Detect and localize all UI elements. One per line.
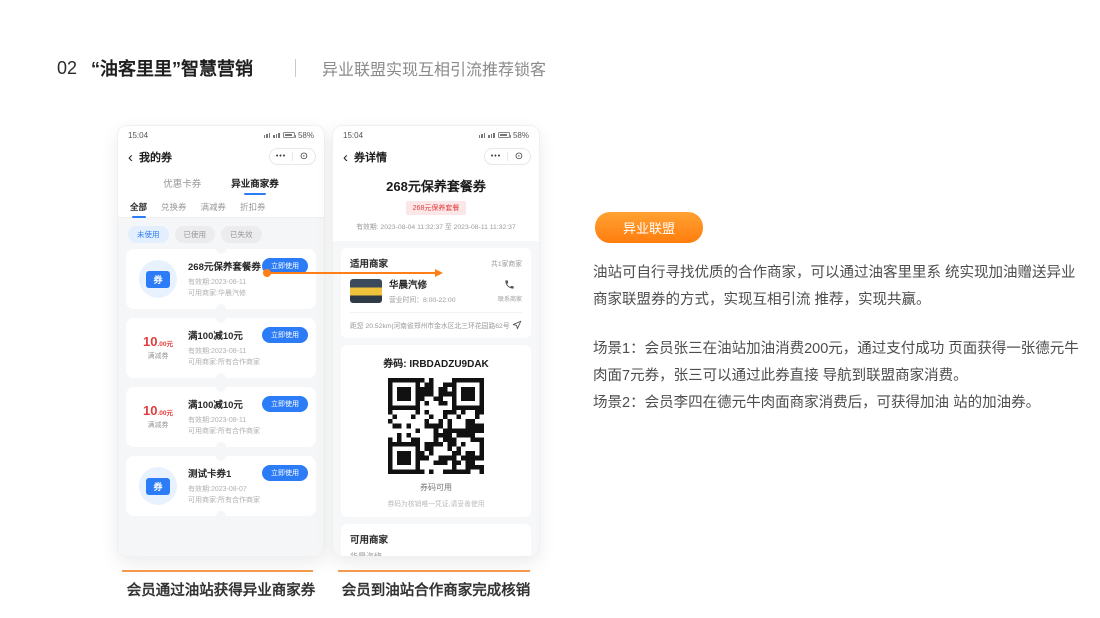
slide: 02 “油客里里”智慧营销 异业联盟实现互相引流推荐锁客 15:04 58% ‹… [0, 0, 1100, 618]
status-bar: 15:04 58% [333, 126, 539, 144]
slide-header: 02 “油客里里”智慧营销 异业联盟实现互相引流推荐锁客 [57, 55, 546, 81]
navigation-icon[interactable] [512, 320, 522, 330]
coupon-type-label: 满减券 [148, 420, 169, 430]
coupon-validity: 有效期: 2023-08-04 11:32:37 至 2023-08-11 11… [333, 221, 539, 231]
merchant-address: 距您 20.52km|河南省郑州市金水区北三环花园路62号 [350, 320, 510, 330]
close-target-icon[interactable]: ⊙ [508, 152, 530, 162]
qr-code [388, 378, 484, 474]
coupon-merchant: 可用商家:华晨汽修 [188, 288, 308, 299]
tab-alliance-coupons[interactable]: 异业商家券 [229, 172, 281, 194]
coupon-expiry: 有效期:2023-08-11 [188, 415, 308, 426]
nav-title: 我的券 [139, 149, 172, 165]
phone-screenshot-coupon-detail: 15:04 58% ‹ 券详情 ••• ⊙ 268元保养套餐券 268元保养套餐… [332, 125, 540, 557]
subtab-exchange[interactable]: 兑换券 [161, 201, 187, 213]
wifi-icon [479, 133, 486, 138]
status-bar: 15:04 58% [118, 126, 324, 144]
merchant-photo [350, 279, 382, 303]
use-now-button[interactable]: 立即使用 [262, 465, 308, 481]
coupon-code-card: 券码: IRBDADZU9DAK 券码可用 券码为核销唯一凭证,请妥善使用 [341, 345, 531, 517]
coupon-card[interactable]: 10.00元 满减券 满100减10元 有效期:2023-08-11 可用商家:… [126, 387, 316, 447]
coupon-expiry: 有效期:2023-08-07 [188, 484, 308, 495]
arrow-head-icon [435, 269, 443, 277]
merchant-count: 共1家商家 [491, 258, 522, 268]
coupon-merchant: 可用商家:所有合作商家 [188, 357, 308, 368]
back-icon[interactable]: ‹ [128, 150, 133, 165]
coupon-code-note: 券码为核销唯一凭证,请妥善使用 [350, 498, 522, 508]
nav-title: 券详情 [354, 149, 387, 165]
section-number: 02 [57, 58, 77, 79]
status-time: 15:04 [343, 131, 363, 140]
battery-percent: 58% [298, 131, 314, 140]
flow-arrow [263, 268, 443, 277]
alliance-scenarios: 场景1：会员张三在油站加油消费200元，通过支付成功 页面获得一张德元牛肉面7元… [593, 336, 1080, 416]
battery-icon [498, 132, 510, 138]
chip-unused[interactable]: 未使用 [128, 226, 169, 243]
header-divider [295, 59, 296, 77]
phone2-caption: 会员到油站合作商家完成核销 [332, 579, 540, 600]
chip-expired[interactable]: 已失效 [221, 226, 262, 243]
close-target-icon[interactable]: ⊙ [293, 152, 315, 162]
available-merchant-heading: 可用商家 [350, 532, 522, 546]
back-icon[interactable]: ‹ [343, 150, 348, 165]
coupon-type-label: 满减券 [148, 351, 169, 361]
miniprogram-capsule: ••• ⊙ [484, 148, 531, 165]
nav-bar: ‹ 我的券 ••• ⊙ [118, 144, 324, 170]
scenario-1: 场景1：会员张三在油站加油消费200元，通过支付成功 页面获得一张德元牛肉面7元… [593, 336, 1080, 390]
coupon-list: 券 268元保养套餐券 有效期:2023-08-11 可用商家:华晨汽修 立即使… [118, 249, 324, 516]
battery-percent: 58% [513, 131, 529, 140]
contact-merchant-button[interactable]: 联系商家 [498, 279, 522, 303]
usage-info-card: 可用商家 华晨汽修 可用时段 00:00-23:59 [341, 524, 531, 557]
contact-merchant-label: 联系商家 [498, 294, 522, 303]
coupon-merchant: 可用商家:所有合作商家 [188, 426, 308, 437]
caption-divider [122, 570, 313, 572]
signal-icon [273, 133, 280, 138]
signal-icon [488, 133, 495, 138]
phone1-caption: 会员通过油站获得异业商家券 [117, 579, 325, 600]
miniprogram-capsule: ••• ⊙ [269, 148, 316, 165]
alliance-description: 油站可自行寻找优质的合作商家，可以通过油客里里系 统实现加油赠送异业商家联盟券的… [593, 260, 1080, 314]
coupon-card[interactable]: 券 测试卡券1 有效期:2023-08-07 可用商家:所有合作商家 立即使用 [126, 456, 316, 516]
coupon-expiry: 有效期:2023-08-11 [188, 277, 308, 288]
coupon-tabs: 优惠卡券 异业商家券 [118, 170, 324, 196]
phone-screenshot-coupon-list: 15:04 58% ‹ 我的券 ••• ⊙ 优惠卡券 异业商家券 全部 兑换券 [117, 125, 325, 557]
coupon-code: 券码: IRBDADZU9DAK [350, 355, 522, 370]
alliance-badge: 异业联盟 [595, 212, 703, 243]
coupon-detail-header: 268元保养套餐券 268元保养套餐 有效期: 2023-08-04 11:32… [333, 170, 539, 241]
ticket-icon: 券 [139, 467, 177, 505]
coupon-card[interactable]: 10.00元 满减券 满100减10元 有效期:2023-08-11 可用商家:… [126, 318, 316, 378]
merchant-hours: 营业时间：8:00-22:00 [389, 294, 498, 304]
subtab-fullreduction[interactable]: 满减券 [201, 201, 227, 213]
coupon-card[interactable]: 券 268元保养套餐券 有效期:2023-08-11 可用商家:华晨汽修 立即使… [126, 249, 316, 309]
more-icon[interactable]: ••• [485, 153, 507, 160]
tab-discount-coupons[interactable]: 优惠卡券 [161, 172, 203, 194]
chip-used[interactable]: 已使用 [175, 226, 216, 243]
more-icon[interactable]: ••• [270, 153, 292, 160]
battery-icon [283, 132, 295, 138]
coupon-expiry: 有效期:2023-08-11 [188, 346, 308, 357]
coupon-code-status: 券码可用 [350, 482, 522, 493]
available-merchant-value: 华晨汽修 [350, 551, 522, 557]
page-subtitle: 异业联盟实现互相引流推荐锁客 [322, 56, 546, 80]
caption-divider [338, 570, 530, 572]
applicable-merchant-card: 适用商家 共1家商家 华晨汽修 营业时间：8:00-22:00 联系商家 距您 … [341, 248, 531, 338]
subtab-all[interactable]: 全部 [130, 201, 147, 213]
coupon-subtabs: 全部 兑换券 满减券 折扣券 [118, 196, 324, 218]
use-now-button[interactable]: 立即使用 [262, 327, 308, 343]
scenario-2: 场景2：会员李四在德元牛肉面商家消费后，可获得加油 站的加油券。 [593, 390, 1080, 417]
status-time: 15:04 [128, 131, 148, 140]
nav-bar: ‹ 券详情 ••• ⊙ [333, 144, 539, 170]
page-title: “油客里里”智慧营销 [91, 55, 253, 81]
arrow-line [267, 272, 435, 274]
use-now-button[interactable]: 立即使用 [262, 396, 308, 412]
merchant-name: 华晨汽修 [389, 277, 498, 291]
phone-icon [504, 279, 515, 290]
ticket-icon: 券 [139, 260, 177, 298]
wifi-icon [264, 133, 271, 138]
coupon-tag: 268元保养套餐 [406, 201, 467, 215]
subtab-discount[interactable]: 折扣券 [240, 201, 266, 213]
coupon-detail-title: 268元保养套餐券 [333, 176, 539, 195]
coupon-merchant: 可用商家:所有合作商家 [188, 495, 308, 506]
